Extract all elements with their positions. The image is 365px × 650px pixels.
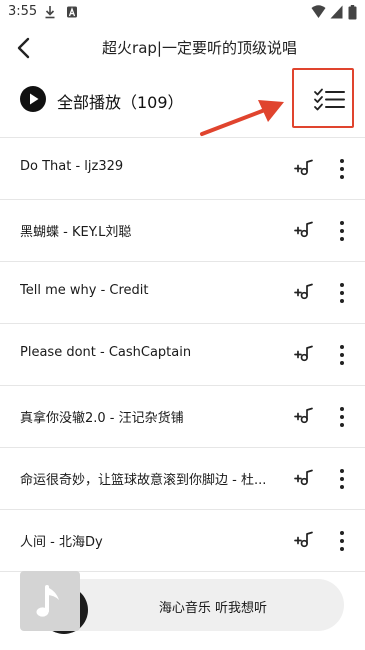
song-row[interactable]: Please dont - CashCaptain [0, 324, 365, 386]
song-row[interactable]: Tell me why - Credit [0, 262, 365, 324]
song-title: 人间 - 北海Dy [20, 535, 103, 550]
song-title: 命运很奇妙，让篮球故意滚到你脚边 - 杜... [20, 473, 267, 488]
song-title: Please dont - CashCaptain [20, 345, 192, 360]
music-note-icon [36, 585, 59, 617]
add-to-playlist-icon[interactable] [292, 218, 316, 242]
add-to-playlist-icon[interactable] [292, 404, 316, 428]
song-title: 黑蝴蝶 - KEY.L刘聪 [20, 225, 132, 240]
player-now-playing: 海心音乐 听我想听 [158, 601, 268, 616]
song-row[interactable]: 真拿你没辙2.0 - 汪记杂货铺 [0, 386, 365, 448]
annotation-arrow-icon [200, 100, 284, 136]
add-to-playlist-icon[interactable] [292, 528, 316, 552]
header-bar: 超火rap|一定要听的顶级说唱 [0, 26, 365, 70]
song-title: 真拿你没辙2.0 - 汪记杂货铺 [20, 411, 184, 426]
status-time: 3:55 [8, 4, 38, 19]
album-art[interactable] [20, 571, 80, 631]
song-list: Do That - ljz329 黑蝴蝶 - KEY.L刘聪 Tell me w… [0, 138, 365, 572]
download-icon [45, 6, 55, 19]
back-arrow-icon[interactable] [10, 34, 38, 62]
more-options-icon[interactable] [334, 466, 350, 492]
cell-signal-icon [330, 5, 343, 19]
song-row[interactable]: 人间 - 北海Dy [0, 510, 365, 572]
more-options-icon[interactable] [334, 156, 350, 182]
a-box-icon [67, 6, 77, 18]
status-bar: 3:55 [0, 0, 365, 26]
page-title: 超火rap|一定要听的顶级说唱 [102, 39, 297, 57]
play-all-button[interactable] [20, 86, 46, 112]
more-options-icon[interactable] [334, 280, 350, 306]
add-to-playlist-icon[interactable] [292, 156, 316, 180]
song-title: Do That - ljz329 [20, 159, 124, 174]
song-title: Tell me why - Credit [20, 283, 149, 298]
wifi-icon [311, 5, 326, 18]
play-icon [30, 93, 39, 105]
add-to-playlist-icon[interactable] [292, 342, 316, 366]
song-row[interactable]: 命运很奇妙，让篮球故意滚到你脚边 - 杜... [0, 448, 365, 510]
add-to-playlist-icon[interactable] [292, 280, 316, 304]
battery-icon [348, 5, 357, 20]
checklist-icon[interactable] [313, 85, 347, 115]
more-options-icon[interactable] [334, 218, 350, 244]
song-row[interactable]: Do That - ljz329 [0, 138, 365, 200]
song-row[interactable]: 黑蝴蝶 - KEY.L刘聪 [0, 200, 365, 262]
more-options-icon[interactable] [334, 404, 350, 430]
more-options-icon[interactable] [334, 342, 350, 368]
play-all-label[interactable]: 全部播放（109） [57, 89, 184, 113]
more-options-icon[interactable] [334, 528, 350, 554]
add-to-playlist-icon[interactable] [292, 466, 316, 490]
